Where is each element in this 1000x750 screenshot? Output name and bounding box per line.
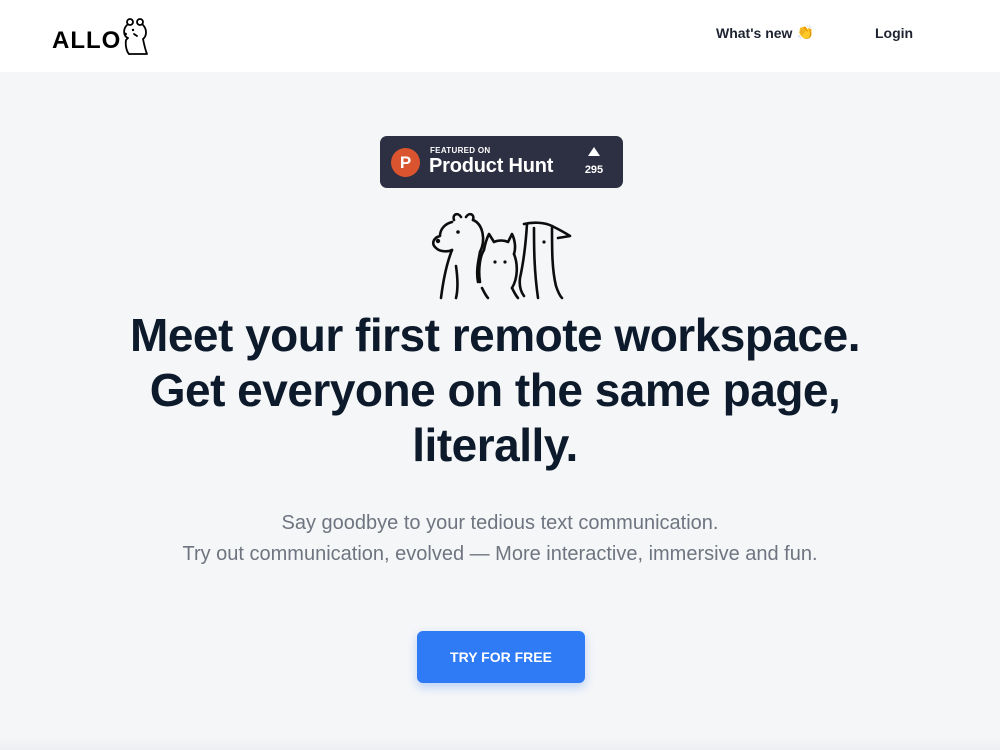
logo-text: ALLO [52, 27, 122, 54]
product-hunt-logo-icon: P [391, 148, 420, 177]
product-hunt-badge[interactable]: P FEATURED ON Product Hunt 295 [380, 136, 623, 188]
product-hunt-upvote-count: 295 [584, 164, 604, 176]
hero-headline: Meet your first remote workspace. Get ev… [0, 308, 990, 473]
bear-logo-icon [123, 18, 149, 55]
hero-subtext: Say goodbye to your tedious text communi… [0, 508, 1000, 570]
subtext-line-1: Say goodbye to your tedious text communi… [281, 512, 719, 534]
mascots-illustration [431, 212, 572, 300]
headline-line-3: literally. [412, 419, 578, 471]
try-for-free-button[interactable]: TRY FOR FREE [417, 631, 585, 683]
clap-emoji-icon: 👏 [796, 24, 814, 40]
subtext-line-2: Try out communication, evolved — More in… [182, 543, 818, 565]
product-hunt-featured-label: FEATURED ON [430, 146, 491, 155]
product-hunt-name: Product Hunt [429, 155, 554, 177]
whats-new-label: What's new [716, 24, 793, 41]
headline-line-1: Meet your first remote workspace. [130, 309, 860, 361]
login-link[interactable]: Login [875, 25, 913, 41]
page: ALLO What's new 👏 Login P FEATURED ON Pr… [0, 0, 1000, 750]
upvote-arrow-icon [588, 147, 600, 156]
allo-logo[interactable]: ALLO [52, 14, 151, 56]
headline-line-2: Get everyone on the same page, [149, 364, 841, 416]
site-header: ALLO What's new 👏 Login [0, 0, 1000, 72]
bottom-edge [0, 738, 1000, 750]
whats-new-link[interactable]: What's new 👏 [716, 24, 814, 41]
